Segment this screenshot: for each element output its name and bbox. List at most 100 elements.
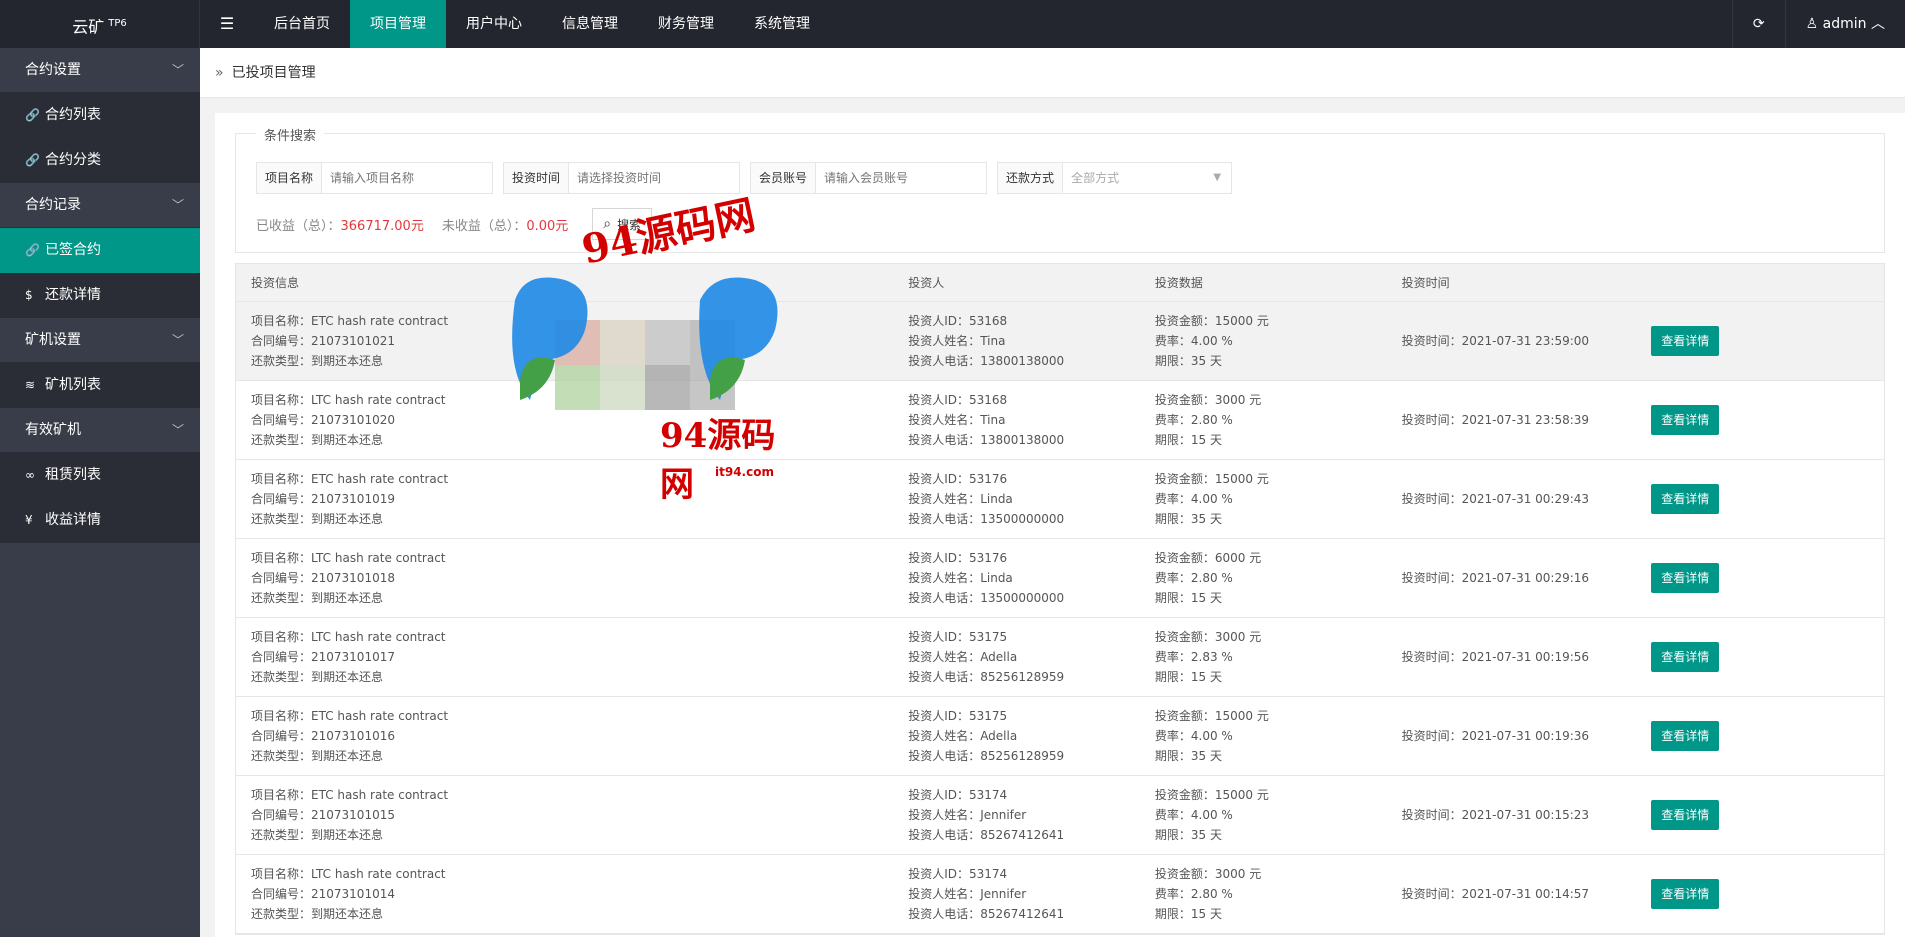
- sidebar-group-contract-records[interactable]: 合约记录 ﹀: [0, 183, 200, 228]
- top-nav: ☰ 后台首页 项目管理 用户中心 信息管理 财务管理 系统管理: [200, 0, 830, 48]
- investor-id: 投资人ID：53176: [908, 472, 1008, 486]
- invest-term: 期限：15 天: [1154, 907, 1222, 921]
- investor-id: 投资人ID：53168: [908, 393, 1008, 407]
- header-invest-data: 投资数据: [1154, 276, 1203, 290]
- invest-info-cell: 项目名称：LTC hash rate contract 合同编号：21073101…: [236, 548, 893, 608]
- view-details-button[interactable]: 查看详情: [1651, 642, 1720, 672]
- investor-cell: 投资人ID：53174 投资人姓名：Jennifer 投资人电话：852674126…: [893, 785, 1140, 845]
- action-cell: 查看详情: [1636, 721, 1884, 751]
- invest-rate: 费率：2.80 %: [1154, 887, 1233, 901]
- sidebar-item-contract-list[interactable]: 🔗 合约列表: [0, 93, 200, 138]
- nav-system-management[interactable]: 系统管理: [734, 0, 830, 48]
- investor-cell: 投资人ID：53174 投资人姓名：Jennifer 投资人电话：852674126…: [893, 864, 1140, 924]
- search-row: 项目名称 投资时间 会员账号 还款方式 全部方式 ▼: [256, 162, 1864, 194]
- unearned-label: 未收益（总）：: [441, 218, 527, 234]
- invest-term: 期限：35 天: [1154, 512, 1222, 526]
- project-name: 项目名称：LTC hash rate contract: [251, 867, 446, 881]
- chevron-down-icon: ﹀: [171, 63, 184, 77]
- member-account-input[interactable]: [816, 163, 987, 193]
- breadcrumb: » 已投项目管理: [200, 48, 1905, 98]
- project-name: 项目名称：ETC hash rate contract: [251, 709, 449, 723]
- invest-amount: 投资金额：15000 元: [1154, 788, 1269, 802]
- investor-id: 投资人ID：53175: [908, 709, 1008, 723]
- invest-time: 投资时间：2021-07-31 00:29:43: [1401, 492, 1590, 506]
- search-button[interactable]: ⌕ 搜索: [592, 208, 653, 240]
- invest-amount: 投资金额：3000 元: [1154, 867, 1262, 881]
- invest-amount: 投资金额：15000 元: [1154, 472, 1269, 486]
- repay-method-field: 还款方式 全部方式 ▼: [997, 162, 1233, 194]
- repay-type: 还款类型：到期还本还息: [251, 907, 384, 921]
- logo-version: TP6: [108, 18, 127, 29]
- invest-time-input[interactable]: [569, 163, 740, 193]
- sidebar-group-active-miners[interactable]: 有效矿机 ﹀: [0, 408, 200, 453]
- invest-info-cell: 项目名称：ETC hash rate contract 合同编号：21073101…: [236, 469, 893, 529]
- sidebar-item-repayment-details[interactable]: $ 还款详情: [0, 273, 200, 318]
- view-details-button[interactable]: 查看详情: [1651, 721, 1720, 751]
- sidebar-item-signed-contracts[interactable]: 🔗 已签合约: [0, 228, 200, 273]
- double-chevron-icon: »: [215, 65, 224, 81]
- investor-cell: 投资人ID：53175 投资人姓名：Adella 投资人电话：85256128959: [893, 627, 1140, 687]
- invest-rate: 费率：2.80 %: [1154, 571, 1233, 585]
- invest-rate: 费率：4.00 %: [1154, 729, 1233, 743]
- view-details-button[interactable]: 查看详情: [1651, 484, 1720, 514]
- view-details-button[interactable]: 查看详情: [1651, 405, 1720, 435]
- project-name-input[interactable]: [322, 163, 493, 193]
- investor-id: 投资人ID：53174: [908, 788, 1008, 802]
- sidebar: 合约设置 ﹀ 🔗 合约列表 🔗 合约分类 合约记录 ﹀ 🔗 已签合约 $ 还款详情 矿机设置…: [0, 48, 200, 937]
- app-logo[interactable]: 云矿 TP6: [0, 0, 200, 48]
- nav-user-center[interactable]: 用户中心: [446, 0, 542, 48]
- sidebar-group-miner-settings[interactable]: 矿机设置 ﹀: [0, 318, 200, 363]
- sidebar-group-contract-settings[interactable]: 合约设置 ﹀: [0, 48, 200, 93]
- chevron-down-icon: ﹀: [171, 333, 184, 347]
- invest-time: 投资时间：2021-07-31 00:19:56: [1401, 650, 1590, 664]
- header-invest-info: 投资信息: [251, 276, 300, 290]
- invest-info-cell: 项目名称：LTC hash rate contract 合同编号：21073101…: [236, 864, 893, 924]
- refresh-icon[interactable]: ⟳: [1731, 0, 1785, 48]
- invest-rate: 费率：4.00 %: [1154, 334, 1233, 348]
- top-bar: 云矿 TP6 ☰ 后台首页 项目管理 用户中心 信息管理 财务管理 系统管理 ⟳ …: [0, 0, 1905, 48]
- view-details-button[interactable]: 查看详情: [1651, 800, 1720, 830]
- investor-name: 投资人姓名：Jennifer: [908, 887, 1027, 901]
- action-cell: 查看详情: [1636, 642, 1884, 672]
- table-row: 项目名称：LTC hash rate contract 合同编号：21073101…: [236, 855, 1884, 934]
- nav-project-management[interactable]: 项目管理: [350, 0, 446, 48]
- nav-info-management[interactable]: 信息管理: [542, 0, 638, 48]
- user-icon: ♙: [1805, 16, 1823, 32]
- sidebar-group-label: 合约记录: [25, 197, 81, 213]
- sidebar-item-label: 租赁列表: [45, 467, 101, 483]
- top-right-tools: ⟳ ♙ admin ︿: [1731, 0, 1905, 48]
- user-menu[interactable]: ♙ admin ︿: [1784, 0, 1905, 48]
- table-body: 项目名称：ETC hash rate contract 合同编号：21073101…: [236, 302, 1884, 934]
- nav-finance-management[interactable]: 财务管理: [638, 0, 734, 48]
- repay-type: 还款类型：到期还本还息: [251, 354, 384, 368]
- invest-time-cell: 投资时间：2021-07-31 00:29:43: [1387, 489, 1637, 509]
- view-details-button[interactable]: 查看详情: [1651, 879, 1720, 909]
- view-details-button[interactable]: 查看详情: [1651, 326, 1720, 356]
- repay-type: 还款类型：到期还本还息: [251, 591, 384, 605]
- view-details-button[interactable]: 查看详情: [1651, 563, 1720, 593]
- repay-type: 还款类型：到期还本还息: [251, 828, 384, 842]
- repay-method-select[interactable]: 全部方式 ▼: [1063, 163, 1231, 193]
- sidebar-item-miner-list[interactable]: ≋ 矿机列表: [0, 363, 200, 408]
- sidebar-group-label: 矿机设置: [25, 332, 81, 348]
- investor-name: 投资人姓名：Adella: [908, 729, 1018, 743]
- project-name: 项目名称：LTC hash rate contract: [251, 551, 446, 565]
- investor-name: 投资人姓名：Adella: [908, 650, 1018, 664]
- sidebar-item-label: 合约列表: [45, 107, 101, 123]
- invest-time-cell: 投资时间：2021-07-31 00:29:16: [1387, 568, 1637, 588]
- investor-id: 投资人ID：53168: [908, 314, 1008, 328]
- sidebar-item-earnings-details[interactable]: ¥ 收益详情: [0, 498, 200, 543]
- invest-term: 期限：15 天: [1154, 591, 1222, 605]
- nav-home[interactable]: 后台首页: [254, 0, 350, 48]
- dollar-icon: $: [25, 288, 33, 302]
- infinity-icon: ∞: [25, 468, 35, 482]
- earned-label: 已收益（总）：: [256, 218, 341, 234]
- invest-data-cell: 投资金额：15000 元费率：4.00 % 期限：35 天: [1140, 311, 1387, 371]
- sidebar-item-contract-category[interactable]: 🔗 合约分类: [0, 138, 200, 183]
- sidebar-toggle-icon[interactable]: ☰: [200, 0, 254, 48]
- invest-time-cell: 投资时间：2021-07-31 00:19:56: [1387, 647, 1637, 667]
- action-cell: 查看详情: [1636, 800, 1884, 830]
- invest-time-cell: 投资时间：2021-07-31 23:58:39: [1387, 410, 1637, 430]
- sidebar-item-lease-list[interactable]: ∞ 租赁列表: [0, 453, 200, 498]
- investor-id: 投资人ID：53174: [908, 867, 1008, 881]
